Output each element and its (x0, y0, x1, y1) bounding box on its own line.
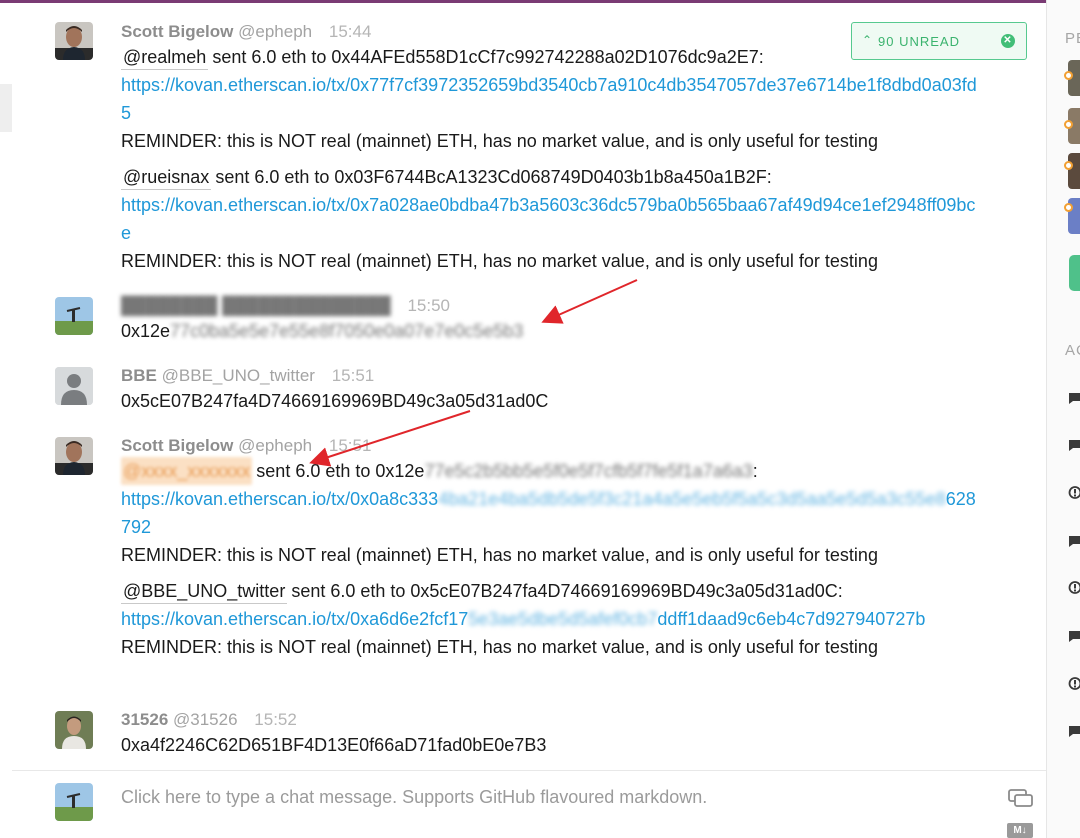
chat-icon (1069, 440, 1080, 451)
status-dot (1064, 203, 1073, 212)
etherscan-link[interactable]: https://kovan.etherscan.io/tx/0x7a028ae0… (121, 191, 977, 247)
markdown-icon[interactable]: M↓ (1007, 823, 1033, 838)
reminder-text: REMINDER: this is NOT real (mainnet) ETH… (121, 545, 878, 565)
user-mention[interactable]: @realmeh (121, 45, 209, 70)
message-text: @BBE_UNO_twitter sent 6.0 eth to 0x5cE07B… (121, 577, 981, 605)
sender-username[interactable]: @epheph (238, 436, 312, 455)
avatar[interactable] (55, 711, 93, 749)
status-dot (1064, 71, 1073, 80)
user-mention[interactable]: @rueisnax (121, 165, 212, 190)
timestamp[interactable]: 15:44 (329, 22, 372, 41)
activity-heading: AC (1065, 342, 1080, 359)
redacted-link-part: 4ba21e4ba5db5de5f3c21a4a5e5eb5f5a5c3d5aa… (438, 489, 946, 509)
sender-name[interactable]: Scott Bigelow (121, 436, 233, 455)
user-mention[interactable]: @BBE_UNO_twitter (121, 579, 288, 604)
avatar (55, 783, 93, 821)
etherscan-link[interactable]: https://kovan.etherscan.io/tx/0xa6d6e2fc… (121, 605, 977, 633)
link-text[interactable]: 727b (885, 609, 925, 629)
redacted-user-mention[interactable]: @xxxx_xxxxxxx (121, 457, 253, 485)
link-text[interactable]: https://kovan.etherscan.io/tx/0x0a8c333 (121, 489, 438, 509)
chat-bubbles-icon[interactable] (1008, 789, 1034, 809)
message-composer[interactable]: Click here to type a chat message. Suppo… (12, 770, 1046, 838)
status-dot (1064, 161, 1073, 170)
link-text[interactable]: ddff1daad9c6eb4c7d927940 (657, 609, 885, 629)
right-sidebar: PE AC (1046, 0, 1080, 838)
close-icon[interactable]: ✕ (1001, 34, 1015, 48)
message-text: @xxxx_xxxxxxx sent 6.0 eth to 0x12e77e5c2… (121, 457, 981, 485)
sender-name[interactable]: BBE (121, 366, 157, 385)
message-text: 0xa4f2246C62D651BF4D13E0f66aD71fad0bE0e7… (121, 735, 547, 755)
alert-icon (1068, 677, 1080, 690)
avatar[interactable] (55, 297, 93, 335)
message-header: 31526 @31526 15:52 (121, 709, 981, 731)
message-text-content: sent 6.0 eth to 0x12e (256, 461, 425, 481)
people-heading: PE (1065, 30, 1080, 47)
avatar[interactable] (55, 367, 93, 405)
reminder-text: REMINDER: this is NOT real (mainnet) ETH… (121, 131, 878, 151)
alert-icon (1068, 581, 1080, 594)
avatar[interactable] (55, 22, 93, 60)
link-text[interactable]: https://kovan.etherscan.io/tx/0xa6d6e2fc… (121, 609, 468, 629)
action-button[interactable] (1069, 255, 1080, 291)
unread-indicator[interactable]: ⌃ 90 UNREAD ✕ (851, 22, 1027, 60)
alert-icon (1068, 486, 1080, 499)
message-text: 0x5cE07B247fa4D74669169969BD49c3a05d31ad… (121, 391, 549, 411)
redacted-address: 77c0ba5e5e7e55e8f7050e0a07e7e0c5e5b3 (170, 321, 524, 341)
chat-icon (1069, 393, 1080, 404)
chat-icon (1069, 536, 1080, 547)
message-text: @rueisnax sent 6.0 eth to 0x03F6744BcA132… (121, 163, 981, 191)
avatar[interactable] (55, 437, 93, 475)
reminder-text: REMINDER: this is NOT real (mainnet) ETH… (121, 637, 878, 657)
sender-name[interactable]: Scott Bigelow (121, 22, 233, 41)
sender-username[interactable]: @epheph (238, 22, 312, 41)
sender-username[interactable]: @BBE_UNO_twitter (162, 366, 315, 385)
chevron-up-icon: ⌃ (862, 33, 874, 47)
timestamp[interactable]: 15:51 (329, 436, 372, 455)
message-text-content: sent 6.0 eth to 0x5cE07B247fa4D746691699… (291, 581, 843, 601)
message-header: Scott Bigelow @epheph 15:51 (121, 435, 981, 457)
avatar[interactable] (1068, 153, 1080, 189)
message-text-content: sent 6.0 eth to 0x44AFEd558D1cCf7c992742… (212, 47, 764, 67)
unread-count: 90 UNREAD (878, 34, 960, 49)
status-dot (1064, 120, 1073, 129)
etherscan-link[interactable]: https://kovan.etherscan.io/tx/0x77f7cf39… (121, 71, 977, 127)
sender-username[interactable]: @31526 (173, 710, 238, 729)
timestamp[interactable]: 15:52 (254, 710, 297, 729)
etherscan-link[interactable]: https://kovan.etherscan.io/tx/0x0a8c3334… (121, 485, 977, 541)
sender-name[interactable]: 31526 (121, 710, 168, 729)
chat-input[interactable]: Click here to type a chat message. Suppo… (121, 787, 707, 808)
timestamp[interactable]: 15:51 (332, 366, 375, 385)
message-text: 0x12e77c0ba5e5e7e55e8f7050e0a07e7e0c5e5b… (121, 317, 981, 345)
chat-icon (1069, 631, 1080, 642)
chat-timeline[interactable]: Scott Bigelow @epheph 15:44 @realmeh sent… (0, 3, 1046, 838)
redacted-sender: ████████ ██████████████ (121, 296, 391, 315)
timestamp[interactable]: 15:50 (407, 296, 450, 315)
message-header: BBE @BBE_UNO_twitter 15:51 (121, 365, 981, 387)
message-header: ████████ ██████████████ 15:50 (121, 295, 981, 317)
chat-icon (1069, 726, 1080, 737)
reminder-text: REMINDER: this is NOT real (mainnet) ETH… (121, 251, 878, 271)
message-text-content: 0x12e (121, 321, 171, 341)
redacted-address: 77e5c2b5bb5e5f0e5f7cfb5f7fe5f1a7a6a3 (424, 461, 753, 481)
message-text-content: sent 6.0 eth to 0x03F6744BcA1323Cd068749… (215, 167, 772, 187)
redacted-link-part: 5e3ae5dbe5d5afef0cb7 (468, 609, 658, 629)
